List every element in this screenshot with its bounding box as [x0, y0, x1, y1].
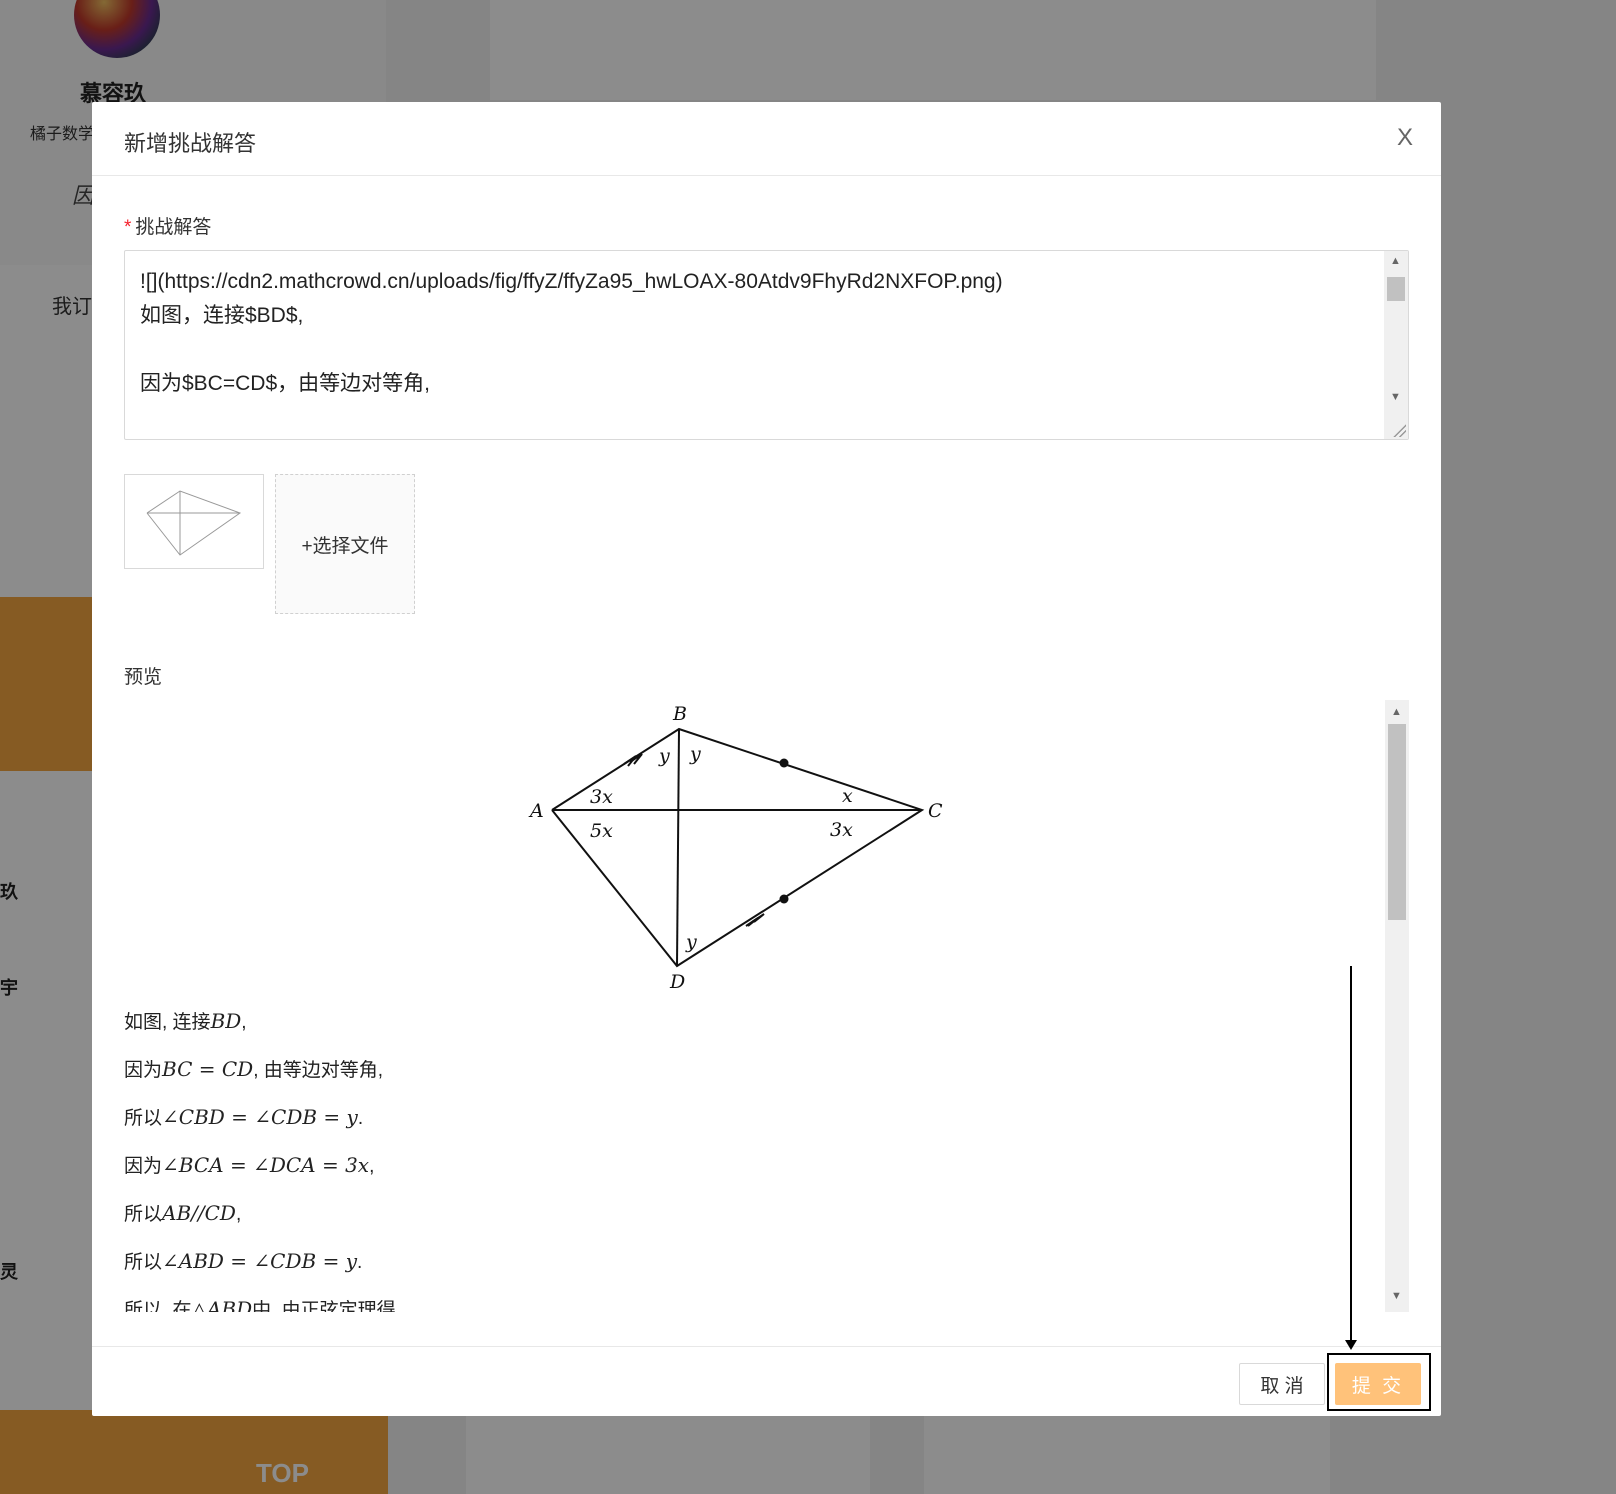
solution-text: 如图, 连接BD, 因为BC = CD, 由等边对等角, 所以∠CBD = ∠C… [124, 1006, 396, 1312]
scroll-down-icon[interactable]: ▼ [1390, 391, 1401, 403]
solution-line: 所以∠ABD = ∠CDB = y. [124, 1249, 363, 1273]
modal-footer: 取 消 提 交 [92, 1346, 1441, 1416]
resize-handle-icon[interactable] [1390, 421, 1406, 437]
solution-line: 因为∠BCA = ∠DCA = 3x, [124, 1153, 375, 1177]
add-solution-modal: 新增挑战解答 X * 挑战解答 ![](https://cdn2.mathcrow… [92, 102, 1441, 1416]
vertex-label: B [672, 703, 687, 725]
submit-button[interactable]: 提 交 [1335, 1363, 1421, 1405]
vertex-label: D [669, 971, 685, 993]
modal-header: 新增挑战解答 X [92, 102, 1441, 176]
arrow-head-icon [1345, 1340, 1357, 1350]
preview-label: 预览 [124, 667, 163, 688]
textarea-content[interactable]: ![](https://cdn2.mathcrowd.cn/uploads/fi… [140, 265, 1003, 401]
angle-label: 3x [830, 819, 853, 841]
solution-line: 如图, 连接BD, [124, 1009, 247, 1033]
uploaded-image-thumbnail[interactable] [124, 474, 264, 569]
cancel-button[interactable]: 取 消 [1239, 1363, 1325, 1405]
field-label: * 挑战解答 [124, 212, 211, 239]
vertex-label: C [928, 800, 943, 822]
angle-label: 3x [590, 786, 613, 808]
solution-line: 所以, 在△ABD中, 由正弦定理得 [124, 1297, 396, 1312]
modal-title: 新增挑战解答 [124, 131, 257, 156]
scroll-up-icon[interactable]: ▲ [1391, 706, 1402, 718]
solution-line: 所以AB//CD, [124, 1201, 242, 1225]
angle-label: y [685, 931, 697, 953]
solution-line: 所以∠CBD = ∠CDB = y. [124, 1105, 364, 1129]
angle-label: x [842, 785, 853, 807]
preview-scrollbar[interactable]: ▲ ▼ [1385, 700, 1409, 1312]
textarea-line: ![](https://cdn2.mathcrowd.cn/uploads/fi… [140, 270, 1003, 293]
geometry-figure: B A C D y y x 3x 5x 3x y [528, 703, 943, 993]
solution-textarea[interactable]: ![](https://cdn2.mathcrowd.cn/uploads/fi… [124, 250, 1409, 440]
thumbnail-figure [146, 490, 242, 556]
preview-area: B A C D y y x 3x 5x 3x y 如图, 连接BD, 因为BC … [124, 700, 1409, 1312]
vertex-label: A [528, 800, 544, 822]
annotation-arrow [1350, 966, 1352, 1344]
textarea-line: 如图，连接$BD$, [140, 304, 304, 327]
field-label-text: 挑战解答 [135, 217, 212, 238]
select-file-button[interactable]: +选择文件 [275, 474, 415, 614]
scrollbar-thumb[interactable] [1388, 724, 1406, 920]
textarea-scrollbar[interactable]: ▲ ▼ [1384, 251, 1408, 439]
angle-label: y [689, 743, 701, 765]
close-button[interactable]: X [1397, 124, 1413, 152]
angle-label: y [658, 745, 670, 767]
textarea-line: 因为$BC=CD$，由等边对等角, [140, 372, 430, 395]
scroll-down-icon[interactable]: ▼ [1391, 1290, 1402, 1302]
angle-label: 5x [590, 820, 613, 842]
scroll-up-icon[interactable]: ▲ [1390, 255, 1401, 267]
required-mark: * [124, 217, 132, 238]
scrollbar-thumb[interactable] [1387, 277, 1405, 301]
solution-line: 因为BC = CD, 由等边对等角, [124, 1057, 384, 1081]
